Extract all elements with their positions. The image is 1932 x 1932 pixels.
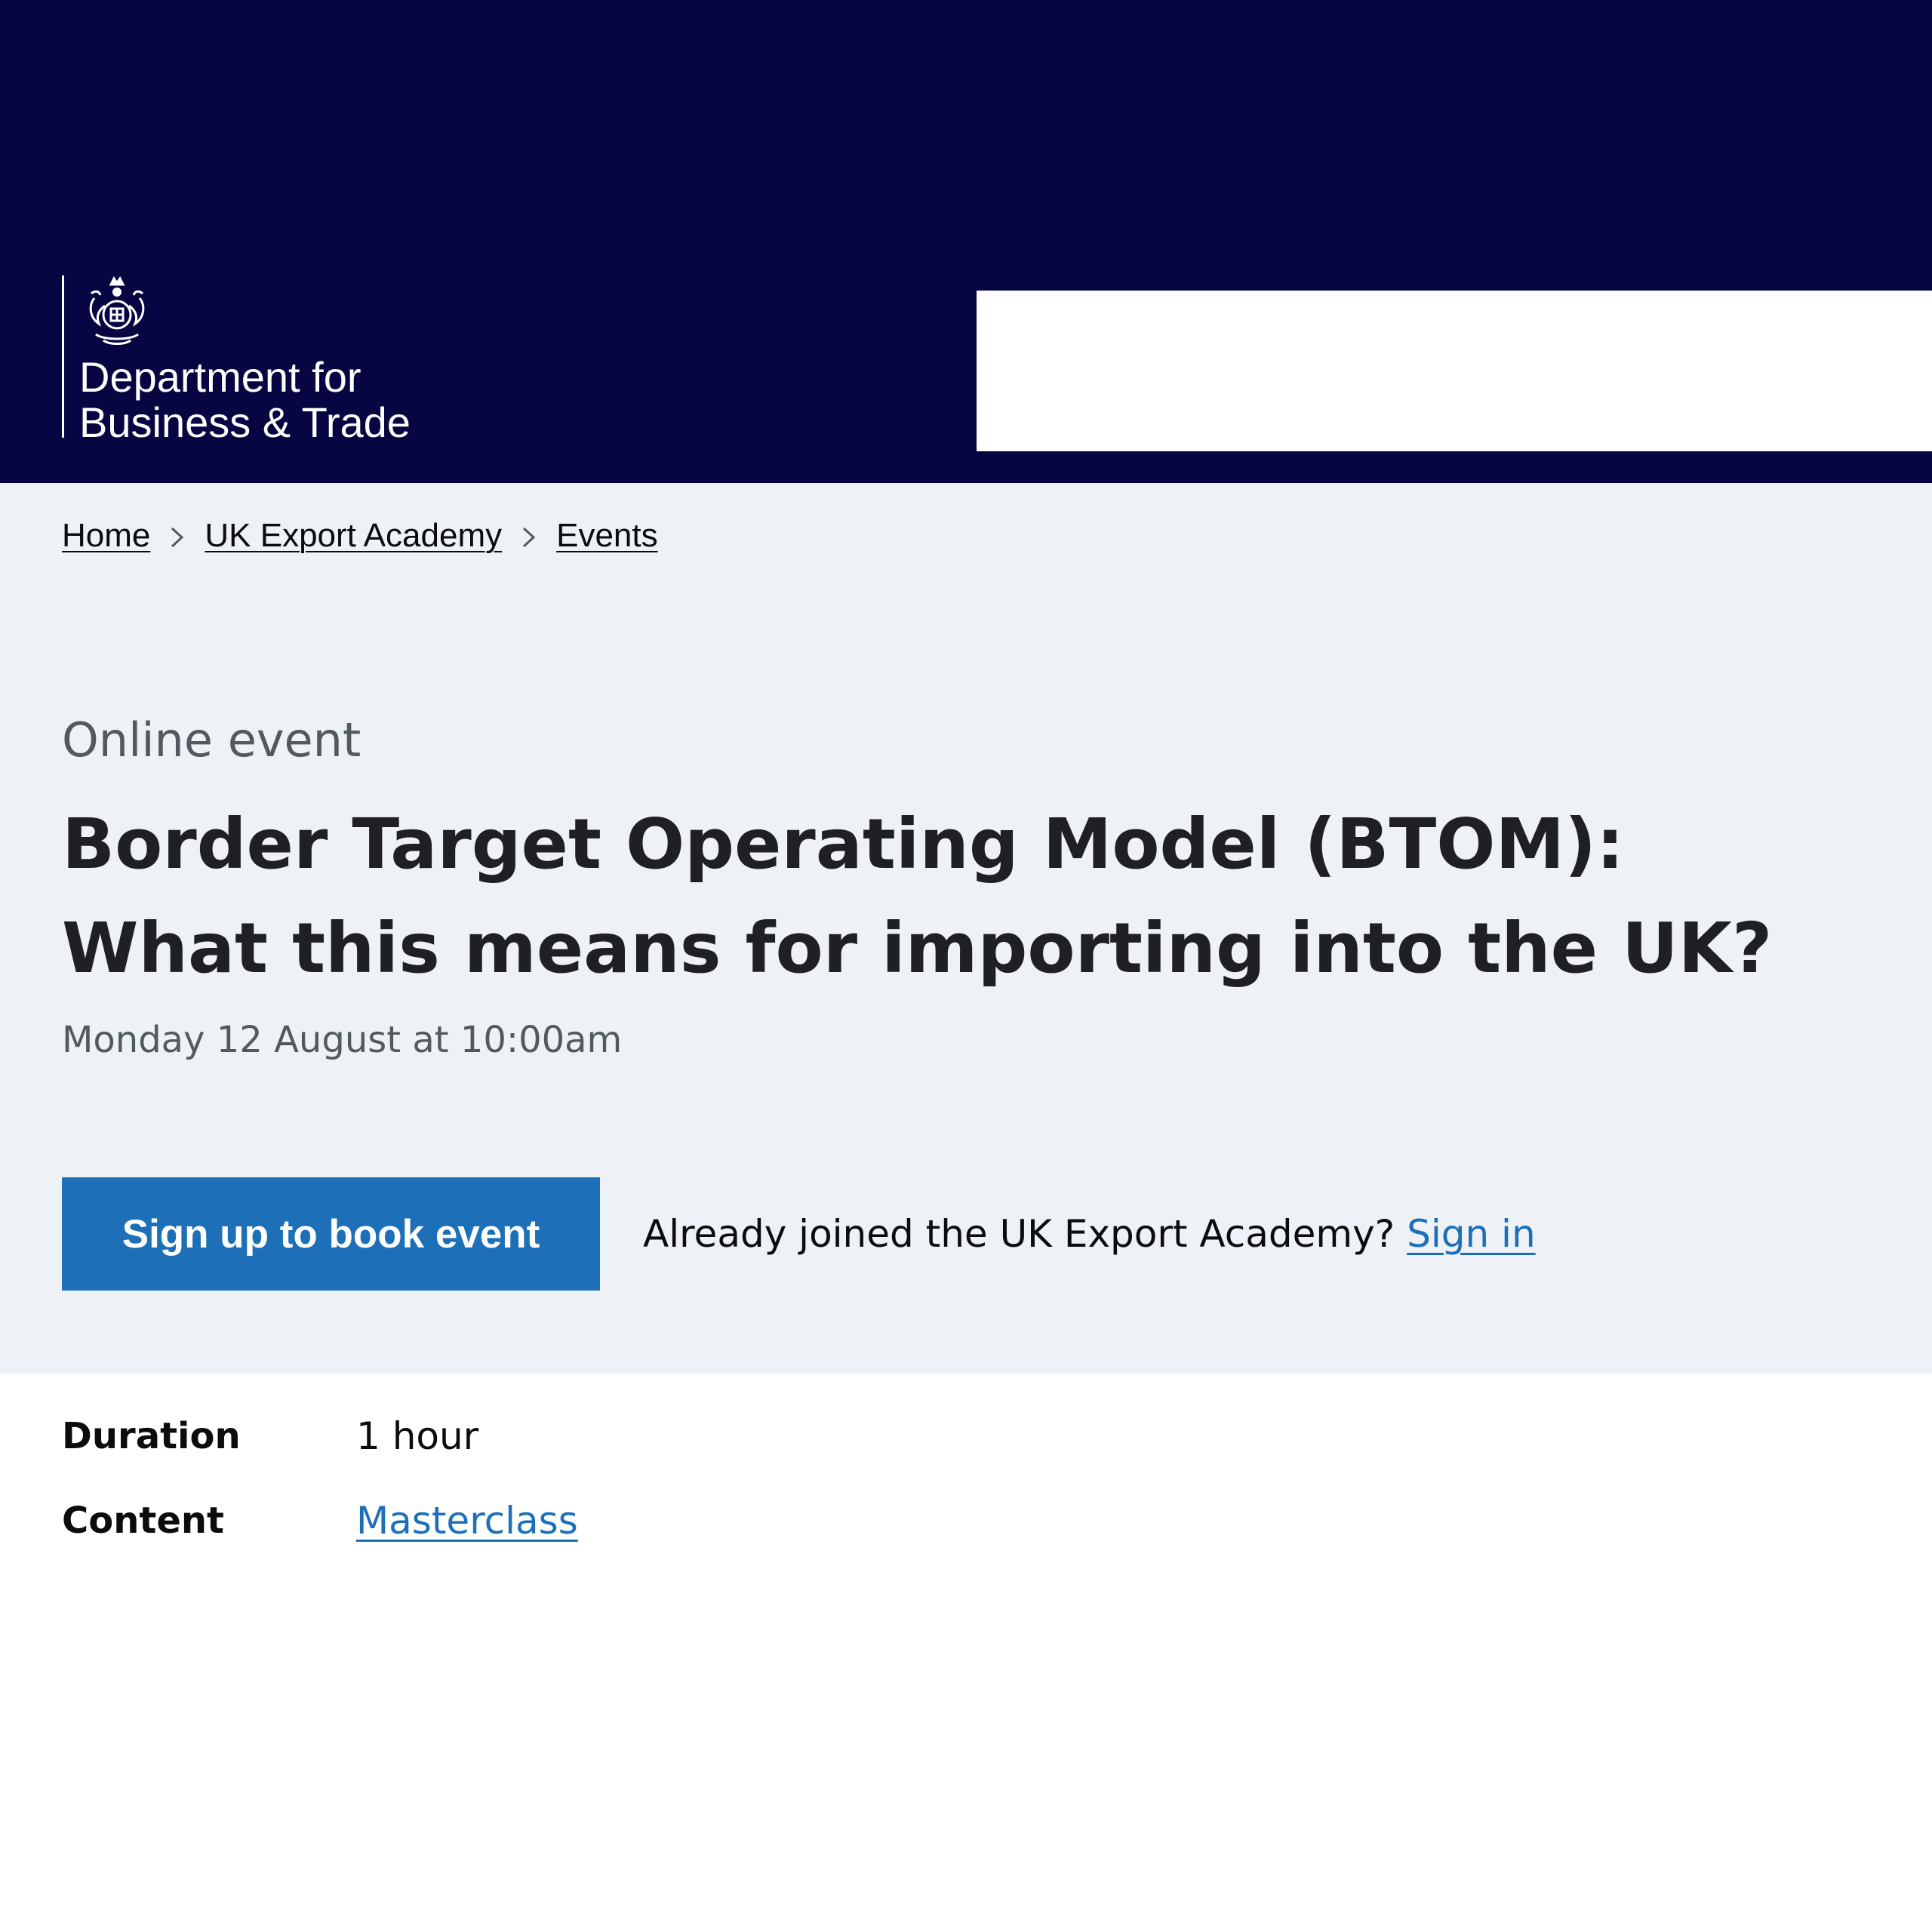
detail-row-duration: Duration 1 hour bbox=[62, 1411, 1118, 1496]
content-masterclass-link[interactable]: Masterclass bbox=[356, 1499, 578, 1543]
breadcrumb-home[interactable]: Home bbox=[62, 517, 150, 555]
chevron-right-icon bbox=[502, 517, 556, 555]
sign-in-prompt: Already joined the UK Export Academy? Si… bbox=[643, 1208, 1536, 1260]
detail-key: Duration bbox=[62, 1415, 241, 1457]
detail-value: 1 hour bbox=[356, 1414, 479, 1458]
chevron-right-icon bbox=[150, 517, 205, 555]
sign-up-button[interactable]: Sign up to book event bbox=[62, 1177, 600, 1291]
sign-in-link[interactable]: Sign in bbox=[1407, 1212, 1536, 1256]
detail-row-content: Content Masterclass bbox=[62, 1496, 1118, 1580]
sign-in-prompt-text: Already joined the UK Export Academy? bbox=[643, 1212, 1407, 1256]
event-hero: Home UK Export Academy Events Online eve… bbox=[0, 483, 1932, 1374]
detail-key: Content bbox=[62, 1500, 224, 1542]
header-search-area[interactable] bbox=[977, 291, 1932, 451]
breadcrumb-uk-export-academy[interactable]: UK Export Academy bbox=[205, 517, 502, 555]
detail-value: Masterclass bbox=[356, 1496, 578, 1546]
breadcrumb: Home UK Export Academy Events bbox=[62, 513, 658, 558]
event-details: Duration 1 hour Content Masterclass bbox=[62, 1411, 1118, 1580]
site-header: Department for Business & Trade bbox=[0, 0, 1932, 483]
breadcrumb-events[interactable]: Events bbox=[556, 517, 658, 555]
event-date: Monday 12 August at 10:00am bbox=[62, 1019, 623, 1061]
event-type-caption: Online event bbox=[62, 712, 361, 768]
logo-text-line-2: Business & Trade bbox=[79, 398, 411, 446]
page-title: Border Target Operating Model (BTOM): Wh… bbox=[62, 804, 1773, 989]
royal-crest-icon bbox=[89, 276, 145, 345]
department-logo[interactable]: Department for Business & Trade bbox=[62, 275, 457, 445]
logo-text-line-1: Department for bbox=[79, 353, 361, 401]
